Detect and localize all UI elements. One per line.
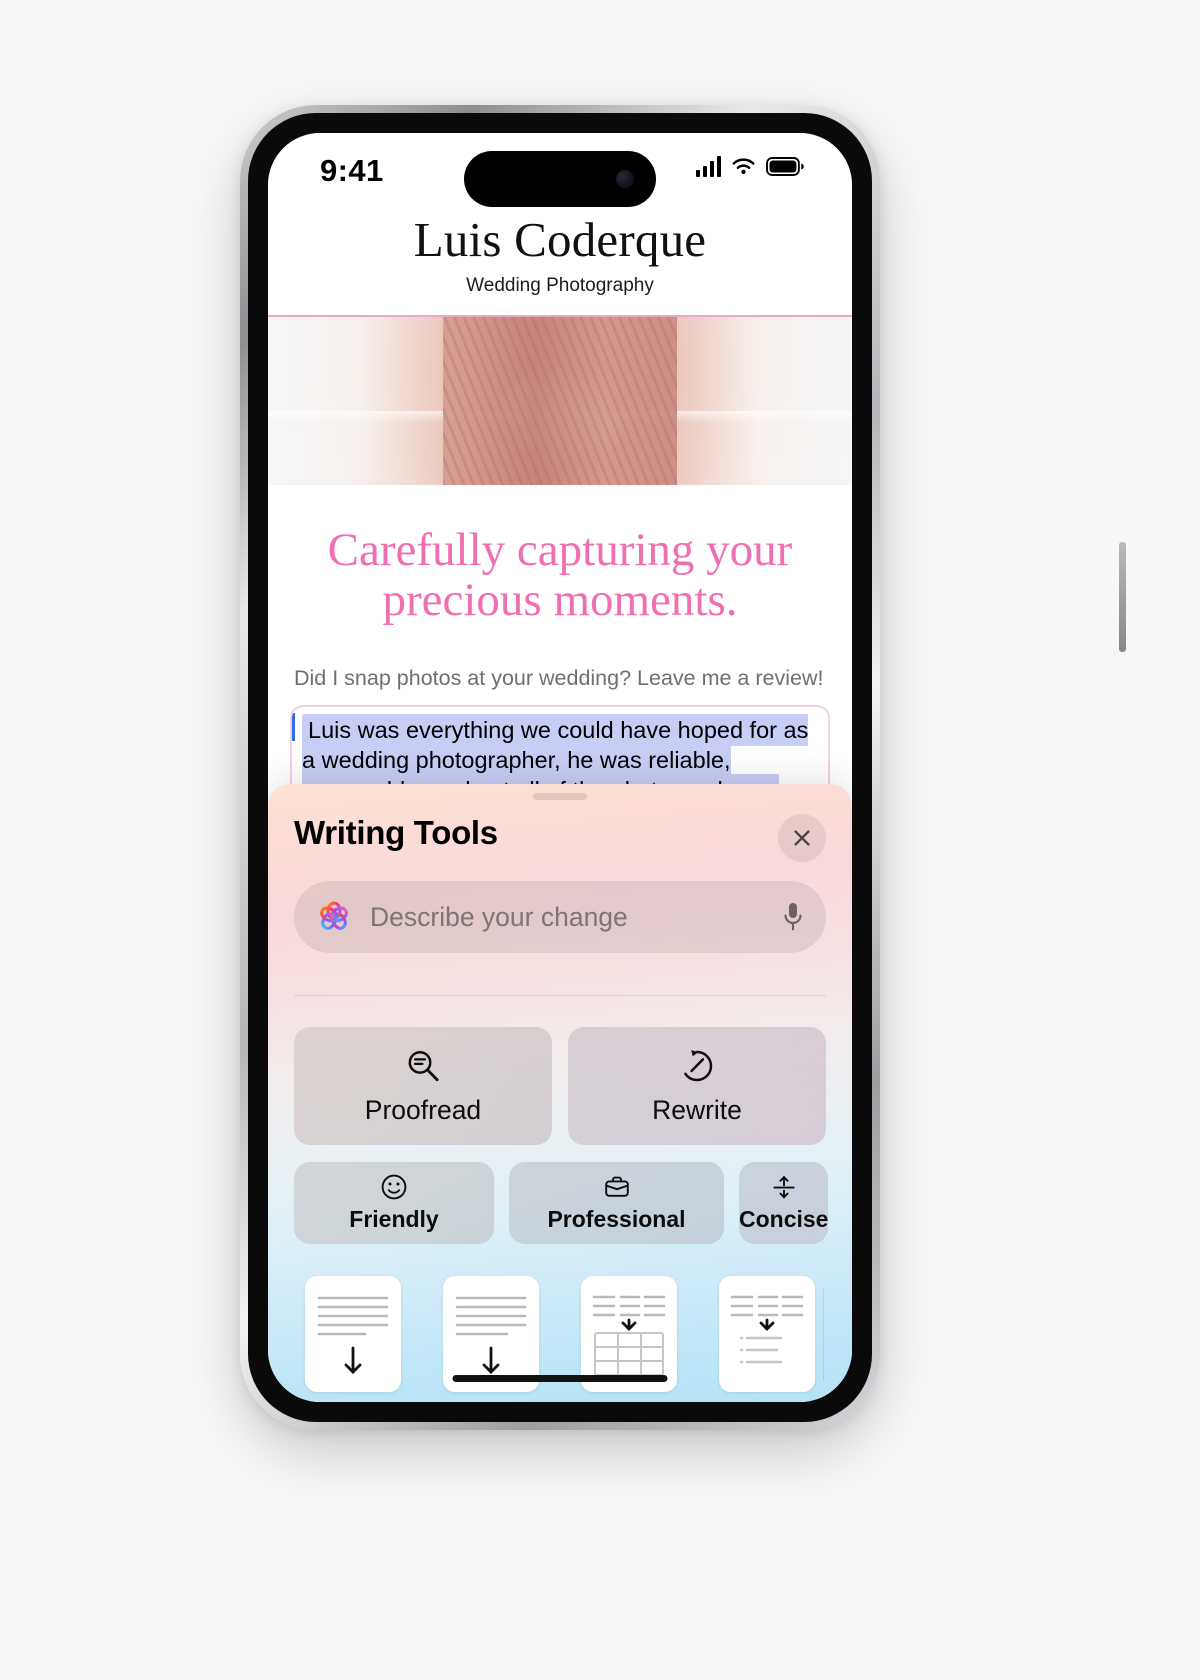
- battery-icon: [766, 156, 804, 176]
- tone-tools-row: Friendly Professional Concise: [294, 1162, 829, 1244]
- rewrite-label: Rewrite: [652, 1094, 742, 1125]
- page-subtitle: Wedding Photography: [466, 275, 654, 296]
- document-lines-icon: [317, 1296, 389, 1374]
- friendly-label: Friendly: [349, 1206, 439, 1232]
- list-button[interactable]: List: [704, 1276, 830, 1402]
- rewrite-button[interactable]: Rewrite: [568, 1027, 826, 1145]
- sheet-drag-handle[interactable]: [533, 793, 587, 800]
- magnifier-text-icon: [408, 1050, 439, 1081]
- friendly-button[interactable]: Friendly: [294, 1162, 494, 1244]
- section-divider: [294, 995, 826, 996]
- status-bar: 9:41: [268, 133, 852, 209]
- summary-card: [305, 1276, 401, 1392]
- professional-label: Professional: [547, 1206, 686, 1232]
- page-title: Luis Coderque: [413, 212, 707, 267]
- compress-arrows-icon: [773, 1175, 795, 1199]
- describe-change-input[interactable]: Describe your change: [294, 881, 826, 953]
- close-button[interactable]: [778, 814, 826, 862]
- rewrite-arrow-icon: [684, 1049, 713, 1081]
- power-button[interactable]: [1119, 542, 1126, 652]
- primary-tools-row: Proofread Rewrite: [294, 1027, 826, 1145]
- signal-bars-icon: [695, 155, 721, 177]
- wifi-icon: [732, 157, 755, 174]
- front-camera-icon: [616, 170, 634, 188]
- microphone-icon[interactable]: [782, 901, 804, 933]
- format-tools-row: Summary Key Points: [290, 1276, 830, 1402]
- describe-change-placeholder: Describe your change: [370, 901, 628, 932]
- close-icon: [794, 830, 810, 846]
- writing-tools-sheet: Writing Tools Describe your change Proof…: [268, 784, 852, 1402]
- smiley-face-icon: [381, 1174, 407, 1200]
- phone-screen: Luis Coderque Wedding Photography Carefu…: [268, 133, 852, 1402]
- status-indicators: [695, 155, 805, 177]
- hero-image: [268, 317, 852, 485]
- concise-button[interactable]: Concise: [739, 1162, 829, 1244]
- proofread-button[interactable]: Proofread: [294, 1027, 552, 1145]
- status-time: 9:41: [320, 153, 384, 188]
- list-card: [719, 1276, 815, 1392]
- document-list-icon: [730, 1295, 804, 1364]
- briefcase-icon: [604, 1176, 629, 1197]
- headline: Carefully capturing your precious moment…: [327, 524, 793, 627]
- text-caret: [292, 712, 295, 741]
- phone-bezel: Luis Coderque Wedding Photography Carefu…: [248, 113, 872, 1422]
- apple-intelligence-icon: [320, 901, 348, 930]
- key-points-button[interactable]: Key Points: [428, 1276, 554, 1402]
- dynamic-island[interactable]: [464, 151, 656, 207]
- professional-button[interactable]: Professional: [509, 1162, 724, 1244]
- concise-label: Concise: [739, 1206, 829, 1232]
- iphone-device-frame: Luis Coderque Wedding Photography Carefu…: [240, 105, 1126, 1430]
- table-button[interactable]: Table: [566, 1276, 692, 1402]
- review-prompt-label: Did I snap photos at your wedding? Leave…: [294, 665, 824, 690]
- proofread-label: Proofread: [364, 1094, 482, 1125]
- summary-button[interactable]: Summary: [290, 1276, 416, 1402]
- home-indicator[interactable]: [452, 1375, 668, 1382]
- writing-tools-title: Writing Tools: [294, 814, 498, 851]
- writing-tools-header: Writing Tools: [294, 814, 826, 870]
